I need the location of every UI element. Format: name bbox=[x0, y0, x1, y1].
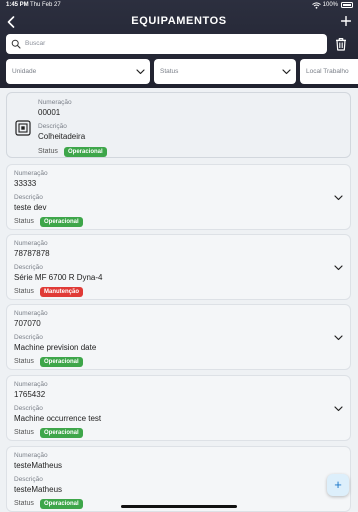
descricao-value: teste dev bbox=[14, 203, 47, 212]
filter-local-trabalho[interactable]: Local Trabalho bbox=[300, 59, 358, 84]
descricao-label: Descrição bbox=[14, 194, 43, 201]
add-equipment-button[interactable] bbox=[339, 13, 353, 29]
numeracao-value: 00001 bbox=[38, 108, 61, 117]
list-item[interactable]: Numeração testeMatheus Descrição testeMa… bbox=[6, 446, 351, 512]
plus-icon bbox=[340, 15, 352, 27]
filter-unidade-label: Unidade bbox=[12, 68, 37, 75]
page-title: EQUIPAMENTOS bbox=[131, 15, 227, 27]
status-bar: 1:45 PM Thu Feb 27 100% bbox=[0, 0, 358, 12]
chevron-down-icon bbox=[282, 69, 291, 75]
status-badge: Operacional bbox=[40, 499, 83, 509]
title-bar: EQUIPAMENTOS bbox=[0, 12, 358, 32]
equipment-list[interactable]: Numeração 00001 Descrição Colheitadeira … bbox=[0, 88, 358, 512]
status-date: Thu Feb 27 bbox=[30, 2, 61, 8]
status-label: Status bbox=[14, 218, 34, 225]
chevron-down-icon[interactable] bbox=[334, 263, 343, 272]
status-label: Status bbox=[14, 358, 34, 365]
battery-percent: 100% bbox=[322, 2, 338, 8]
status-time: 1:45 PM bbox=[6, 2, 29, 8]
machine-thumbnail-icon bbox=[15, 120, 31, 136]
numeracao-value: testeMatheus bbox=[14, 461, 63, 470]
filter-local-label: Local Trabalho bbox=[306, 68, 349, 75]
numeracao-label: Numeração bbox=[14, 170, 48, 177]
home-indicator bbox=[121, 505, 237, 508]
numeracao-label: Numeração bbox=[14, 381, 48, 388]
status-badge: Manutenção bbox=[40, 287, 84, 297]
fab-plus-label: + bbox=[334, 477, 342, 492]
filter-status[interactable]: Status bbox=[154, 59, 296, 84]
status-label: Status bbox=[38, 148, 58, 155]
search-input[interactable]: Buscar bbox=[6, 34, 327, 54]
chevron-down-icon[interactable] bbox=[334, 333, 343, 342]
descricao-label: Descrição bbox=[38, 123, 67, 130]
list-item[interactable]: Numeração 707070 Descrição Machine previ… bbox=[6, 304, 351, 370]
descricao-value: testeMatheus bbox=[14, 485, 63, 494]
chevron-down-icon[interactable] bbox=[334, 193, 343, 202]
list-item[interactable]: Numeração 00001 Descrição Colheitadeira … bbox=[6, 92, 351, 158]
descricao-label: Descrição bbox=[14, 476, 43, 483]
descricao-label: Descrição bbox=[14, 334, 43, 341]
descricao-value: Série MF 6700 R Dyna-4 bbox=[14, 273, 103, 282]
trash-icon[interactable] bbox=[333, 36, 349, 52]
chevron-down-icon bbox=[136, 69, 145, 75]
numeracao-label: Numeração bbox=[14, 452, 48, 459]
status-badge: Operacional bbox=[40, 217, 83, 227]
wifi-icon bbox=[312, 2, 321, 9]
list-item[interactable]: Numeração 1765432 Descrição Machine occu… bbox=[6, 375, 351, 441]
list-item[interactable]: Numeração 33333 Descrição teste dev Stat… bbox=[6, 164, 351, 230]
search-placeholder: Buscar bbox=[25, 40, 46, 47]
numeracao-label: Numeração bbox=[14, 310, 48, 317]
chevron-down-icon[interactable] bbox=[334, 404, 343, 413]
numeracao-label: Numeração bbox=[38, 99, 72, 106]
status-label: Status bbox=[14, 500, 34, 507]
descricao-label: Descrição bbox=[14, 264, 43, 271]
list-item[interactable]: Numeração 78787878 Descrição Série MF 67… bbox=[6, 234, 351, 300]
floating-add-button[interactable]: + bbox=[327, 474, 349, 496]
filter-unidade[interactable]: Unidade bbox=[6, 59, 150, 84]
numeracao-value: 1765432 bbox=[14, 390, 46, 399]
numeracao-value: 707070 bbox=[14, 319, 41, 328]
status-badge: Operacional bbox=[40, 428, 83, 438]
descricao-label: Descrição bbox=[14, 405, 43, 412]
app-header: 1:45 PM Thu Feb 27 100% EQUIPAMENTOS Bus… bbox=[0, 0, 358, 88]
descricao-value: Colheitadeira bbox=[38, 132, 86, 141]
battery-icon bbox=[341, 2, 353, 8]
filter-status-label: Status bbox=[160, 68, 179, 75]
descricao-value: Machine occurrence test bbox=[14, 414, 102, 423]
numeracao-label: Numeração bbox=[14, 240, 48, 247]
status-badge: Operacional bbox=[64, 147, 107, 157]
status-badge: Operacional bbox=[40, 357, 83, 367]
numeracao-value: 78787878 bbox=[14, 249, 50, 258]
descricao-value: Machine prevision date bbox=[14, 343, 97, 352]
status-label: Status bbox=[14, 288, 34, 295]
numeracao-value: 33333 bbox=[14, 179, 37, 188]
search-icon bbox=[11, 39, 21, 49]
status-label: Status bbox=[14, 429, 34, 436]
